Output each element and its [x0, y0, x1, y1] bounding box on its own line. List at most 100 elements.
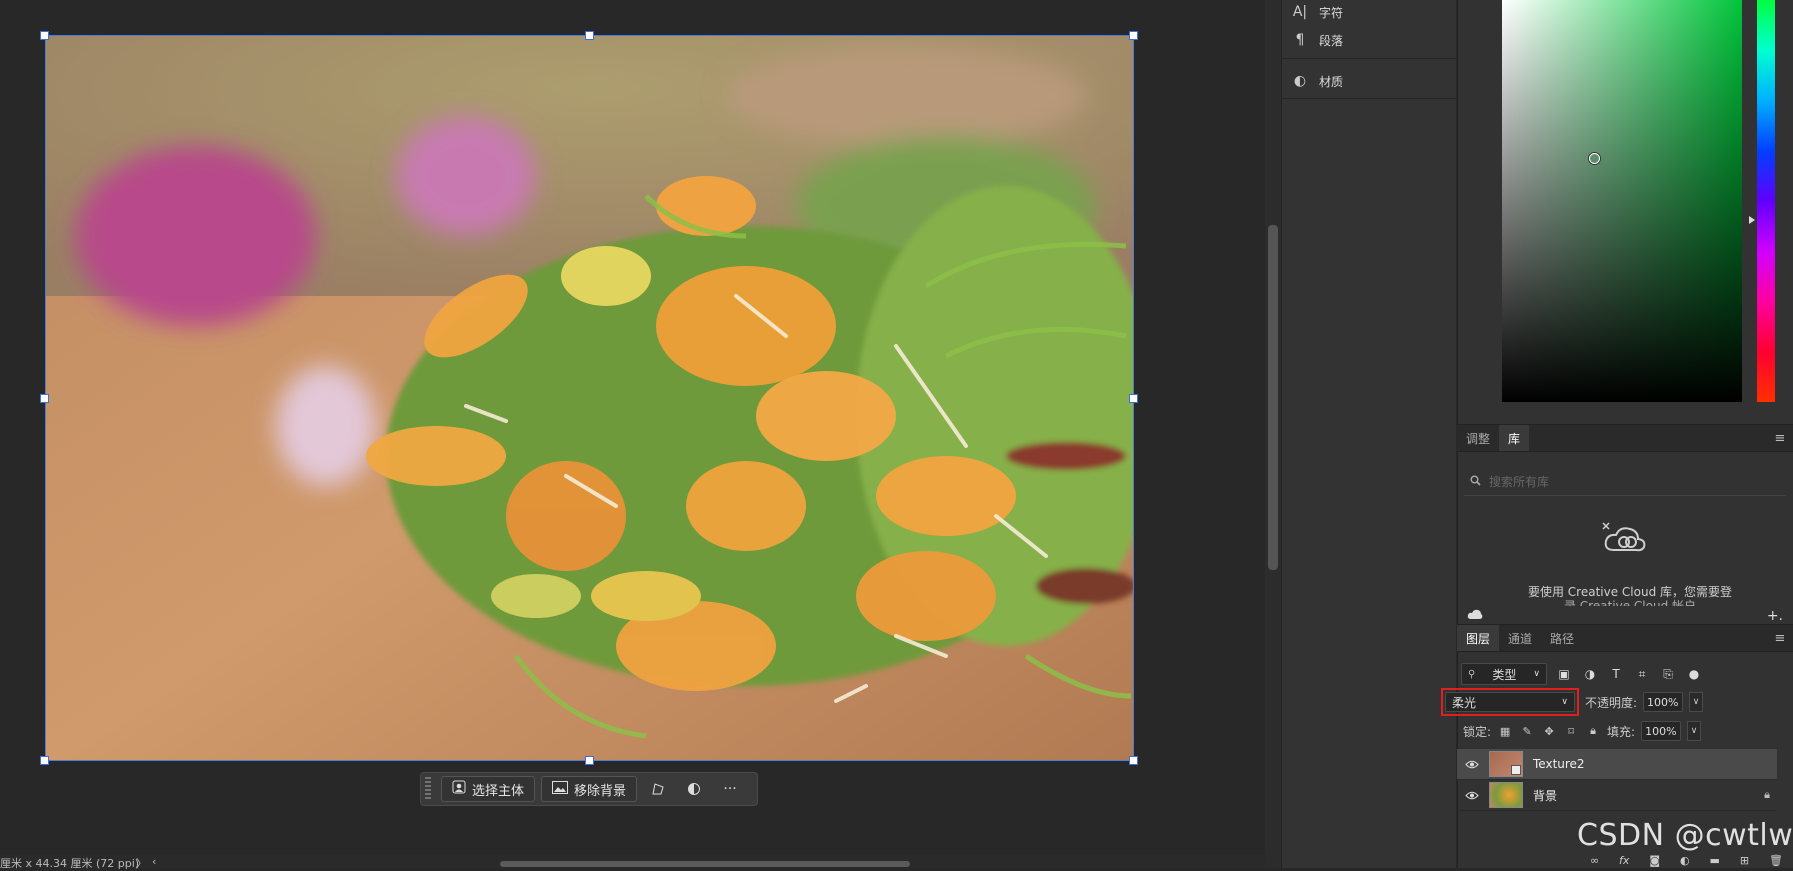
search-icon [1470, 475, 1481, 489]
more-options-icon[interactable]: ··· [715, 776, 745, 802]
opacity-dropdown-icon[interactable]: ∨ [1689, 692, 1704, 712]
watermark: CSDN @cwtlw [1577, 818, 1793, 853]
transform-handle-tr[interactable] [1129, 31, 1138, 40]
link-icon[interactable]: ∞ [1590, 854, 1599, 867]
new-layer-icon[interactable]: ⊞ [1740, 854, 1749, 867]
person-icon [452, 780, 466, 798]
lock-label: 锁定: [1463, 724, 1492, 739]
material-icon: ◐ [1293, 73, 1307, 89]
filter-kind-value: 类型 [1492, 667, 1517, 682]
layer-filter-kind-select[interactable]: ⚲ 类型 ∨ [1461, 663, 1547, 685]
paragraph-icon: ¶ [1295, 32, 1305, 48]
divider [1281, 98, 1456, 99]
drag-grip-icon[interactable] [425, 777, 431, 801]
transform-handle-l[interactable] [40, 394, 49, 403]
library-login-message: 要使用 Creative Cloud 库，您需要登 [1527, 585, 1733, 599]
mask-icon[interactable]: ◙ [1649, 854, 1660, 867]
opacity-label: 不透明度: [1585, 695, 1638, 710]
add-library-icon[interactable]: +. [1767, 608, 1783, 624]
lock-position-icon[interactable]: ✥ [1541, 723, 1557, 739]
library-search[interactable]: 搜索所有库 [1464, 468, 1786, 496]
blend-mode-select[interactable]: 柔光 ∨ [1445, 692, 1575, 712]
transform-handle-t[interactable] [585, 31, 594, 40]
scroll-left-icon[interactable]: ‹ [152, 855, 156, 868]
transform-handle-tl[interactable] [40, 31, 49, 40]
layer-row[interactable]: Texture2 [1457, 749, 1777, 780]
material-label: 材质 [1319, 74, 1344, 89]
layer-name: 背景 [1533, 788, 1558, 803]
remove-background-label: 移除背景 [574, 783, 627, 799]
layer-name: Texture2 [1533, 757, 1585, 771]
material-panel-button[interactable]: ◐ 材质 [1291, 70, 1343, 92]
lock-all-icon[interactable]: 🔒︎ [1585, 723, 1601, 739]
transform-icon[interactable] [643, 776, 673, 802]
adjustment-circle-icon[interactable] [679, 776, 709, 802]
tab-paths[interactable]: 路径 [1541, 625, 1583, 651]
creative-cloud-icon [1600, 520, 1650, 560]
horizontal-scrollbar[interactable] [500, 861, 910, 867]
layer-thumbnail [1489, 751, 1523, 777]
flower-photo [46, 36, 1133, 760]
layers-panel-footer: ∞ fx ◙ ◐ ▬ ⊞ 🗑︎ [1580, 853, 1793, 868]
layers-panel-tabs: 图层 通道 路径 ≡ [1457, 624, 1793, 652]
contextual-task-bar: 选择主体 移除背景 ··· [420, 772, 758, 806]
delete-icon[interactable]: 🗑︎ [1769, 854, 1783, 867]
panel-menu-icon[interactable]: ≡ [1767, 625, 1793, 651]
lock-image-icon[interactable]: ✎ [1519, 723, 1535, 739]
color-picker-field[interactable] [1502, 0, 1742, 402]
lock-artboard-icon[interactable]: ⌑ [1563, 723, 1579, 739]
color-picker-cursor[interactable] [1589, 153, 1600, 164]
search-icon: ⚲ [1468, 668, 1476, 680]
paragraph-panel-button[interactable]: ¶ 段落 [1291, 29, 1343, 51]
document-image[interactable] [45, 35, 1134, 761]
group-icon[interactable]: ▬ [1710, 854, 1720, 867]
filter-adjustment-icon[interactable]: ◑ [1581, 665, 1599, 683]
filter-shape-icon[interactable]: ⌗ [1633, 665, 1651, 683]
tab-libraries[interactable]: 库 [1499, 425, 1530, 451]
layer-row[interactable]: 背景 🔒︎ [1457, 780, 1777, 811]
library-panel-tabs: 调整 库 ≡ [1457, 424, 1793, 452]
smart-object-badge-icon [1511, 765, 1521, 775]
fill-label: 填充: [1607, 724, 1636, 739]
transform-handle-br[interactable] [1129, 756, 1138, 765]
filter-toggle-icon[interactable]: ● [1685, 665, 1703, 683]
image-icon [552, 780, 569, 798]
layer-thumbnail [1489, 782, 1523, 808]
character-icon: A| [1292, 4, 1308, 20]
fx-icon[interactable]: fx [1619, 854, 1629, 867]
cloud-sync-icon[interactable] [1467, 608, 1483, 624]
select-subject-button[interactable]: 选择主体 [441, 776, 536, 802]
chevron-down-icon: ∨ [1561, 697, 1568, 707]
adjustment-icon[interactable]: ◐ [1680, 854, 1690, 867]
transform-handle-bl[interactable] [40, 756, 49, 765]
character-label: 字符 [1319, 5, 1344, 20]
transform-handle-b[interactable] [585, 756, 594, 765]
tab-layers[interactable]: 图层 [1457, 625, 1500, 651]
divider [1281, 58, 1456, 59]
panel-menu-icon[interactable]: ≡ [1767, 425, 1793, 451]
filter-pixel-icon[interactable]: ▣ [1555, 665, 1573, 683]
fill-dropdown-icon[interactable]: ∨ [1687, 721, 1702, 741]
tab-adjustments[interactable]: 调整 [1457, 425, 1499, 451]
character-panel-button[interactable]: A| 字符 [1291, 1, 1343, 23]
document-size-text: 厘米 x 44.34 厘米 (72 ppi) [0, 857, 140, 870]
vertical-scrollbar[interactable] [1268, 225, 1278, 570]
hue-slider-arrow-icon[interactable] [1749, 216, 1755, 224]
eye-icon[interactable] [1457, 791, 1487, 800]
lock-transparent-icon[interactable]: ▦ [1497, 723, 1513, 739]
paragraph-label: 段落 [1319, 33, 1344, 48]
select-subject-label: 选择主体 [472, 783, 525, 799]
eye-icon[interactable] [1457, 760, 1487, 769]
blend-opacity-row: 柔光 ∨ 不透明度: 100% ∨ [1441, 688, 1791, 716]
fill-input[interactable]: 100% [1641, 721, 1682, 741]
hue-slider[interactable] [1757, 0, 1775, 402]
transform-handle-r[interactable] [1129, 394, 1138, 403]
remove-background-button[interactable]: 移除背景 [541, 776, 638, 802]
search-placeholder: 搜索所有库 [1489, 475, 1550, 489]
opacity-input[interactable]: 100% [1643, 692, 1684, 712]
filter-smart-object-icon[interactable]: ⎘ [1659, 665, 1677, 683]
blend-mode-value: 柔光 [1452, 695, 1477, 710]
filter-type-icon[interactable]: T [1607, 665, 1625, 683]
tab-channels[interactable]: 通道 [1499, 625, 1541, 651]
status-arrow-icon[interactable]: 〉 [136, 855, 147, 871]
